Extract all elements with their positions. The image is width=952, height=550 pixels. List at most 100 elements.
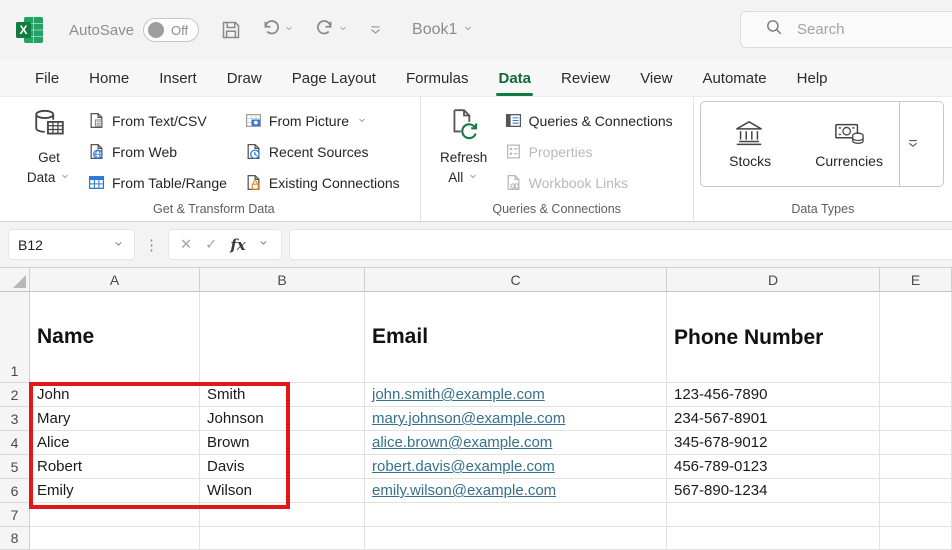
cell-D4[interactable]: 345-678-9012 (667, 431, 880, 455)
cell-A6[interactable]: Emily (30, 479, 200, 503)
enter-icon[interactable]: ✓ (205, 237, 217, 253)
tab-help[interactable]: Help (782, 60, 843, 96)
get-data-button[interactable]: Get Data (18, 103, 80, 202)
cell-D8[interactable] (667, 527, 880, 550)
cell-D1[interactable]: Phone Number (667, 292, 880, 383)
ribbon-button-existing-connections[interactable]: Existing Connections (237, 167, 410, 198)
search-input[interactable]: Search (740, 11, 952, 48)
redo-button[interactable] (315, 18, 349, 43)
cell-D2[interactable]: 123-456-7890 (667, 383, 880, 407)
cell-A8[interactable] (30, 527, 200, 550)
cell-B5[interactable]: Davis (200, 455, 365, 479)
cell-E4[interactable] (880, 431, 952, 455)
cell-B3[interactable]: Johnson (200, 407, 365, 431)
column-header-c[interactable]: C (365, 268, 667, 292)
ribbon-button-from-table-range[interactable]: From Table/Range (80, 167, 237, 198)
row-header-3[interactable]: 3 (0, 407, 30, 431)
row-header-4[interactable]: 4 (0, 431, 30, 455)
data-type-currencies[interactable]: Currencies (800, 102, 899, 186)
ribbon-button-from-text-csv[interactable]: From Text/CSV (80, 105, 237, 136)
document-title[interactable]: Book1 (412, 21, 474, 39)
name-box[interactable]: B12 (8, 229, 135, 260)
insert-function-button[interactable]: fx (230, 236, 245, 254)
column-header-a[interactable]: A (30, 268, 200, 292)
tab-review[interactable]: Review (546, 60, 625, 96)
cancel-icon[interactable]: ✕ (180, 237, 192, 253)
chevron-down-icon[interactable] (114, 237, 125, 253)
cell-D7[interactable] (667, 503, 880, 527)
ribbon-button-queries-connections[interactable]: Queries & Connections (497, 105, 683, 136)
email-link[interactable]: mary.johnson@example.com (372, 410, 565, 427)
cell-C2[interactable]: john.smith@example.com (365, 383, 667, 407)
cell-C7[interactable] (365, 503, 667, 527)
cell-A5[interactable]: Robert (30, 455, 200, 479)
column-header-e[interactable]: E (880, 268, 952, 292)
gallery-more-button[interactable] (899, 102, 927, 186)
row-header-2[interactable]: 2 (0, 383, 30, 407)
cell-E3[interactable] (880, 407, 952, 431)
cell-B1[interactable] (200, 292, 365, 383)
cell-E6[interactable] (880, 479, 952, 503)
cell-A7[interactable] (30, 503, 200, 527)
cell-A4[interactable]: Alice (30, 431, 200, 455)
select-all-button[interactable] (0, 268, 30, 292)
tab-home[interactable]: Home (74, 60, 144, 96)
email-link[interactable]: john.smith@example.com (372, 386, 545, 403)
cell-B7[interactable] (200, 503, 365, 527)
ribbon-button-from-picture[interactable]: From Picture (237, 105, 410, 136)
cell-D6[interactable]: 567-890-1234 (667, 479, 880, 503)
email-link[interactable]: robert.davis@example.com (372, 458, 555, 475)
cell-B8[interactable] (200, 527, 365, 550)
formula-input[interactable] (289, 229, 952, 260)
tab-insert[interactable]: Insert (144, 60, 212, 96)
cell-C6[interactable]: emily.wilson@example.com (365, 479, 667, 503)
cell-E7[interactable] (880, 503, 952, 527)
row-header-6[interactable]: 6 (0, 479, 30, 503)
tab-data[interactable]: Data (483, 60, 546, 96)
more-commands-icon[interactable] (369, 24, 382, 37)
row-header-1[interactable]: 1 (0, 292, 30, 383)
cell-D3[interactable]: 234-567-8901 (667, 407, 880, 431)
cell-A1[interactable]: Name (30, 292, 200, 383)
cell-C1[interactable]: Email (365, 292, 667, 383)
tab-view[interactable]: View (625, 60, 687, 96)
tab-page-layout[interactable]: Page Layout (277, 60, 391, 96)
cell-C3[interactable]: mary.johnson@example.com (365, 407, 667, 431)
autosave-toggle[interactable]: Off (143, 18, 199, 42)
cell-E5[interactable] (880, 455, 952, 479)
ribbon-button-recent-sources[interactable]: Recent Sources (237, 136, 410, 167)
column-header-b[interactable]: B (200, 268, 365, 292)
cell-B4[interactable]: Brown (200, 431, 365, 455)
email-link[interactable]: alice.brown@example.com (372, 434, 552, 451)
cell-B6[interactable]: Wilson (200, 479, 365, 503)
chevron-down-icon[interactable] (259, 236, 270, 254)
cell-B2[interactable]: Smith (200, 383, 365, 407)
undo-chevron-icon[interactable] (285, 21, 295, 39)
tab-formulas[interactable]: Formulas (391, 60, 484, 96)
tab-automate[interactable]: Automate (687, 60, 781, 96)
formula-bar-grip-icon[interactable]: ⋮ (142, 236, 161, 254)
autosave-control[interactable]: AutoSave Off (69, 18, 199, 42)
email-link[interactable]: emily.wilson@example.com (372, 482, 556, 499)
cell-E8[interactable] (880, 527, 952, 550)
cell-A2[interactable]: John (30, 383, 200, 407)
cell-C5[interactable]: robert.davis@example.com (365, 455, 667, 479)
redo-chevron-icon[interactable] (339, 21, 349, 39)
row-header-5[interactable]: 5 (0, 455, 30, 479)
cell-D5[interactable]: 456-789-0123 (667, 455, 880, 479)
cell-E1[interactable] (880, 292, 952, 383)
undo-button[interactable] (261, 18, 295, 43)
cell-A3[interactable]: Mary (30, 407, 200, 431)
cell-C4[interactable]: alice.brown@example.com (365, 431, 667, 455)
tab-file[interactable]: File (20, 60, 74, 96)
cell-C8[interactable] (365, 527, 667, 550)
refresh-all-button[interactable]: Refresh All (431, 103, 497, 202)
data-type-stocks[interactable]: Stocks (701, 102, 800, 186)
row-header-8[interactable]: 8 (0, 527, 30, 550)
column-header-d[interactable]: D (667, 268, 880, 292)
row-header-7[interactable]: 7 (0, 503, 30, 527)
cell-E2[interactable] (880, 383, 952, 407)
save-button[interactable] (221, 20, 241, 40)
ribbon-button-from-web[interactable]: From Web (80, 136, 237, 167)
tab-draw[interactable]: Draw (212, 60, 277, 96)
